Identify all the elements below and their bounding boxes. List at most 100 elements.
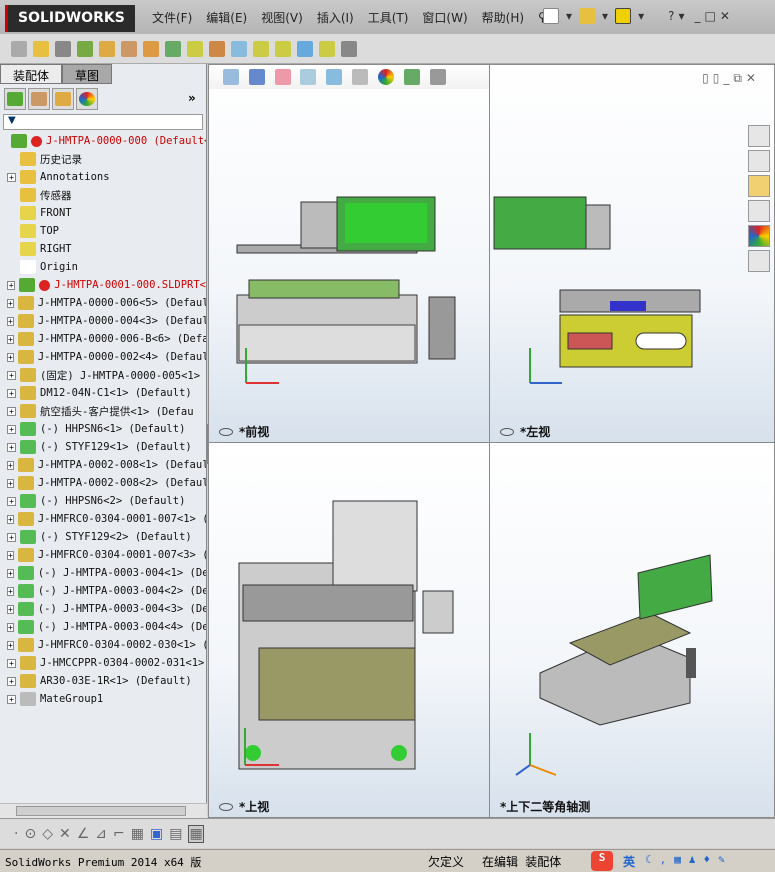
expand-toggle[interactable]: + bbox=[7, 352, 14, 362]
window-tile-icon[interactable]: ▤ bbox=[169, 826, 182, 842]
tree-item[interactable]: + (-) HHPSN6<2> (Default) bbox=[0, 492, 206, 510]
menu-item[interactable]: 帮助(H) bbox=[482, 9, 524, 26]
toolbar-button-icon[interactable] bbox=[121, 40, 137, 57]
toolbar-button-icon[interactable] bbox=[99, 40, 115, 57]
menu-item[interactable]: 视图(V) bbox=[261, 9, 303, 26]
toolbar-button-icon[interactable] bbox=[231, 40, 247, 57]
toolbar-button-icon[interactable] bbox=[143, 40, 159, 57]
offset-icon[interactable]: ⌐ bbox=[113, 826, 125, 842]
expand-toggle[interactable]: + bbox=[7, 604, 14, 614]
tree-item[interactable]: + J-HMTPA-0001-000.SLDPRT< bbox=[0, 276, 206, 294]
expand-toggle[interactable]: + bbox=[7, 334, 14, 344]
tree-item[interactable]: + J-HMTPA-0002-008<2> (Defaul bbox=[0, 474, 206, 492]
tree-item[interactable]: + (-) J-HMTPA-0003-004<1> (De bbox=[0, 564, 206, 582]
rebuild-warning-icon[interactable] bbox=[615, 8, 632, 24]
tree-item[interactable]: + (-) HHPSN6<1> (Default) bbox=[0, 420, 206, 438]
tree-item[interactable]: FRONT bbox=[0, 204, 206, 222]
tree-item[interactable]: + (-) J-HMTPA-0003-004<3> (De bbox=[0, 600, 206, 618]
toolbar-button-icon[interactable] bbox=[297, 40, 313, 57]
custom-properties-icon[interactable] bbox=[748, 250, 770, 272]
expand-chevron[interactable]: » bbox=[188, 91, 196, 105]
tree-item[interactable]: + J-HMCCPPR-0304-0002-031<1> bbox=[0, 654, 206, 672]
shaded-icon[interactable]: ▣ bbox=[150, 826, 163, 842]
expand-toggle[interactable]: + bbox=[7, 316, 14, 326]
help-icon[interactable]: ? bbox=[668, 9, 674, 23]
tree-item[interactable]: + (-) STYF129<2> (Default) bbox=[0, 528, 206, 546]
viewport-top[interactable]: *上视 bbox=[208, 442, 490, 818]
tree-item[interactable]: 传感器 bbox=[0, 186, 206, 204]
expand-toggle[interactable]: + bbox=[7, 532, 16, 542]
restore-button[interactable]: □ bbox=[705, 9, 716, 23]
viewport-isometric[interactable]: *上下二等角轴测 bbox=[489, 442, 775, 818]
tree-item[interactable]: 历史记录 bbox=[0, 150, 206, 168]
four-view-icon[interactable]: ▦ bbox=[188, 824, 204, 843]
toolbar-button-icon[interactable] bbox=[165, 40, 181, 57]
tree-item[interactable]: + J-HMFRC0-0304-0001-007<3> ( bbox=[0, 546, 206, 564]
display-manager-icon[interactable] bbox=[76, 88, 98, 110]
toolbar-button-icon[interactable] bbox=[209, 40, 225, 57]
expand-toggle[interactable]: + bbox=[7, 424, 16, 434]
ime-logo-icon[interactable]: S bbox=[591, 851, 613, 871]
file-explorer-icon[interactable] bbox=[748, 175, 770, 197]
toolbar-button-icon[interactable] bbox=[319, 40, 335, 57]
toolbar-button-icon[interactable] bbox=[55, 40, 71, 57]
expand-toggle[interactable]: + bbox=[7, 586, 14, 596]
tab-sketch[interactable]: 草图 bbox=[62, 64, 113, 84]
expand-toggle[interactable]: + bbox=[7, 388, 16, 398]
tree-item[interactable]: + (-) J-HMTPA-0003-004<4> (De bbox=[0, 618, 206, 636]
tree-item[interactable]: + 航空插头-客户提供<1> (Defau bbox=[0, 402, 206, 420]
tree-item[interactable]: Origin bbox=[0, 258, 206, 276]
solidworks-logo[interactable]: SOLIDWORKS bbox=[5, 5, 135, 32]
tree-item[interactable]: + J-HMTPA-0000-006<5> (Defaul bbox=[0, 294, 206, 312]
tree-item[interactable]: RIGHT bbox=[0, 240, 206, 258]
menu-item[interactable]: 工具(T) bbox=[368, 9, 409, 26]
expand-toggle[interactable]: + bbox=[7, 550, 14, 560]
property-manager-icon[interactable] bbox=[28, 88, 50, 110]
point-icon[interactable]: · bbox=[14, 826, 18, 842]
tree-item[interactable]: + J-HMTPA-0000-004<3> (Defaul bbox=[0, 312, 206, 330]
polygon-icon[interactable]: ◇ bbox=[42, 826, 53, 842]
ime-tools-icons[interactable]: ☾,▦♟♦✎ bbox=[645, 853, 733, 866]
tree-item[interactable]: + (-) J-HMTPA-0003-004<2> (De bbox=[0, 582, 206, 600]
grid-icon[interactable]: ▦ bbox=[131, 826, 144, 842]
tree-filter-input[interactable]: ▼ bbox=[3, 114, 203, 130]
tree-item[interactable]: + DM12-04N-C1<1> (Default) bbox=[0, 384, 206, 402]
tree-item[interactable]: + J-HMFRC0-0304-0002-030<1> ( bbox=[0, 636, 206, 654]
circle-icon[interactable]: ⊙ bbox=[24, 826, 36, 842]
expand-toggle[interactable]: + bbox=[7, 370, 16, 380]
viewport-left[interactable]: ▯▯_⧉✕ *左视 bbox=[489, 64, 775, 443]
tree-item[interactable]: + J-HMTPA-0000-006-B<6> (Defa bbox=[0, 330, 206, 348]
menu-item[interactable]: 窗口(W) bbox=[422, 9, 467, 26]
expand-toggle[interactable]: + bbox=[7, 406, 16, 416]
expand-toggle[interactable]: + bbox=[7, 694, 16, 704]
toolbar-button-icon[interactable] bbox=[33, 40, 49, 57]
viewport-front[interactable]: *前视 bbox=[208, 64, 490, 443]
expand-toggle[interactable]: + bbox=[7, 568, 14, 578]
expand-toggle[interactable]: + bbox=[7, 460, 14, 470]
trim-icon[interactable]: ✕ bbox=[59, 826, 71, 842]
expand-toggle[interactable]: + bbox=[7, 478, 14, 488]
expand-toggle[interactable]: + bbox=[7, 496, 16, 506]
toolbar-button-icon[interactable] bbox=[275, 40, 291, 57]
expand-toggle[interactable]: + bbox=[7, 676, 16, 686]
toolbar-button-icon[interactable] bbox=[11, 40, 27, 57]
tree-item[interactable]: + AR30-03E-1R<1> (Default) bbox=[0, 672, 206, 690]
expand-toggle[interactable]: + bbox=[7, 298, 14, 308]
appearances-icon[interactable] bbox=[748, 225, 770, 247]
toolbar-button-icon[interactable] bbox=[341, 40, 357, 57]
toolbar-button-icon[interactable] bbox=[187, 40, 203, 57]
expand-toggle[interactable]: + bbox=[7, 658, 16, 668]
tree-item[interactable]: TOP bbox=[0, 222, 206, 240]
ime-language[interactable]: 英 bbox=[623, 853, 635, 870]
menu-item[interactable]: 插入(I) bbox=[317, 9, 354, 26]
expand-toggle[interactable]: + bbox=[7, 640, 14, 650]
configuration-manager-icon[interactable] bbox=[52, 88, 74, 110]
tree-item[interactable]: + (-) STYF129<1> (Default) bbox=[0, 438, 206, 456]
mirror-icon[interactable]: ⊿ bbox=[95, 826, 107, 842]
tree-item[interactable]: + J-HMFRC0-0304-0001-007<1> ( bbox=[0, 510, 206, 528]
menu-item[interactable]: 文件(F) bbox=[152, 9, 192, 26]
view-palette-icon[interactable] bbox=[748, 200, 770, 222]
expand-toggle[interactable]: + bbox=[7, 514, 14, 524]
toolbar-button-icon[interactable] bbox=[253, 40, 269, 57]
tree-item[interactable]: + J-HMTPA-0000-002<4> (Defaul bbox=[0, 348, 206, 366]
